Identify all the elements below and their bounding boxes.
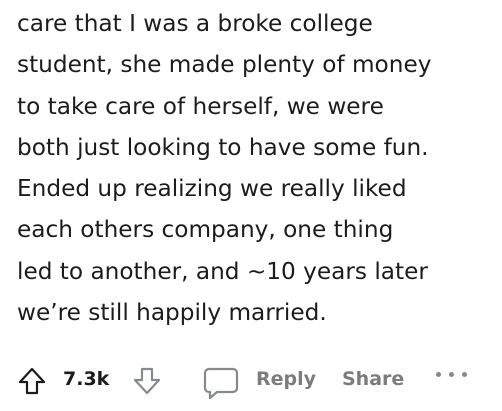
more-options-button[interactable] bbox=[436, 368, 470, 382]
arrow-down-outline-icon[interactable] bbox=[132, 366, 162, 396]
comment-line: care that I was a broke college bbox=[17, 10, 373, 37]
ellipsis-icon bbox=[462, 372, 467, 377]
comment-line: we’re still happily married. bbox=[17, 299, 327, 327]
comment-action-bar: 7.3k Reply Share bbox=[0, 358, 502, 406]
comment-body: care that I was a broke college student,… bbox=[17, 0, 497, 333]
vote-score: 7.3k bbox=[63, 368, 110, 390]
share-button[interactable]: Share bbox=[342, 368, 404, 390]
ellipsis-icon bbox=[436, 372, 441, 377]
speech-bubble-icon bbox=[203, 367, 239, 400]
ellipsis-icon bbox=[449, 372, 454, 377]
comment-line: to take care of herself, we were bbox=[17, 92, 384, 120]
comment-line: student, she made plenty of money bbox=[17, 51, 432, 79]
arrow-up-outline-icon[interactable] bbox=[17, 366, 47, 396]
reply-label: Reply bbox=[256, 368, 317, 390]
comment-line: Ended up realizing we really liked bbox=[17, 175, 407, 203]
comment-line: both just looking to have some fun. bbox=[17, 133, 429, 161]
comment-line: led to another, and ~10 years later bbox=[17, 257, 428, 285]
comment-line: each others company, one thing bbox=[17, 216, 394, 244]
